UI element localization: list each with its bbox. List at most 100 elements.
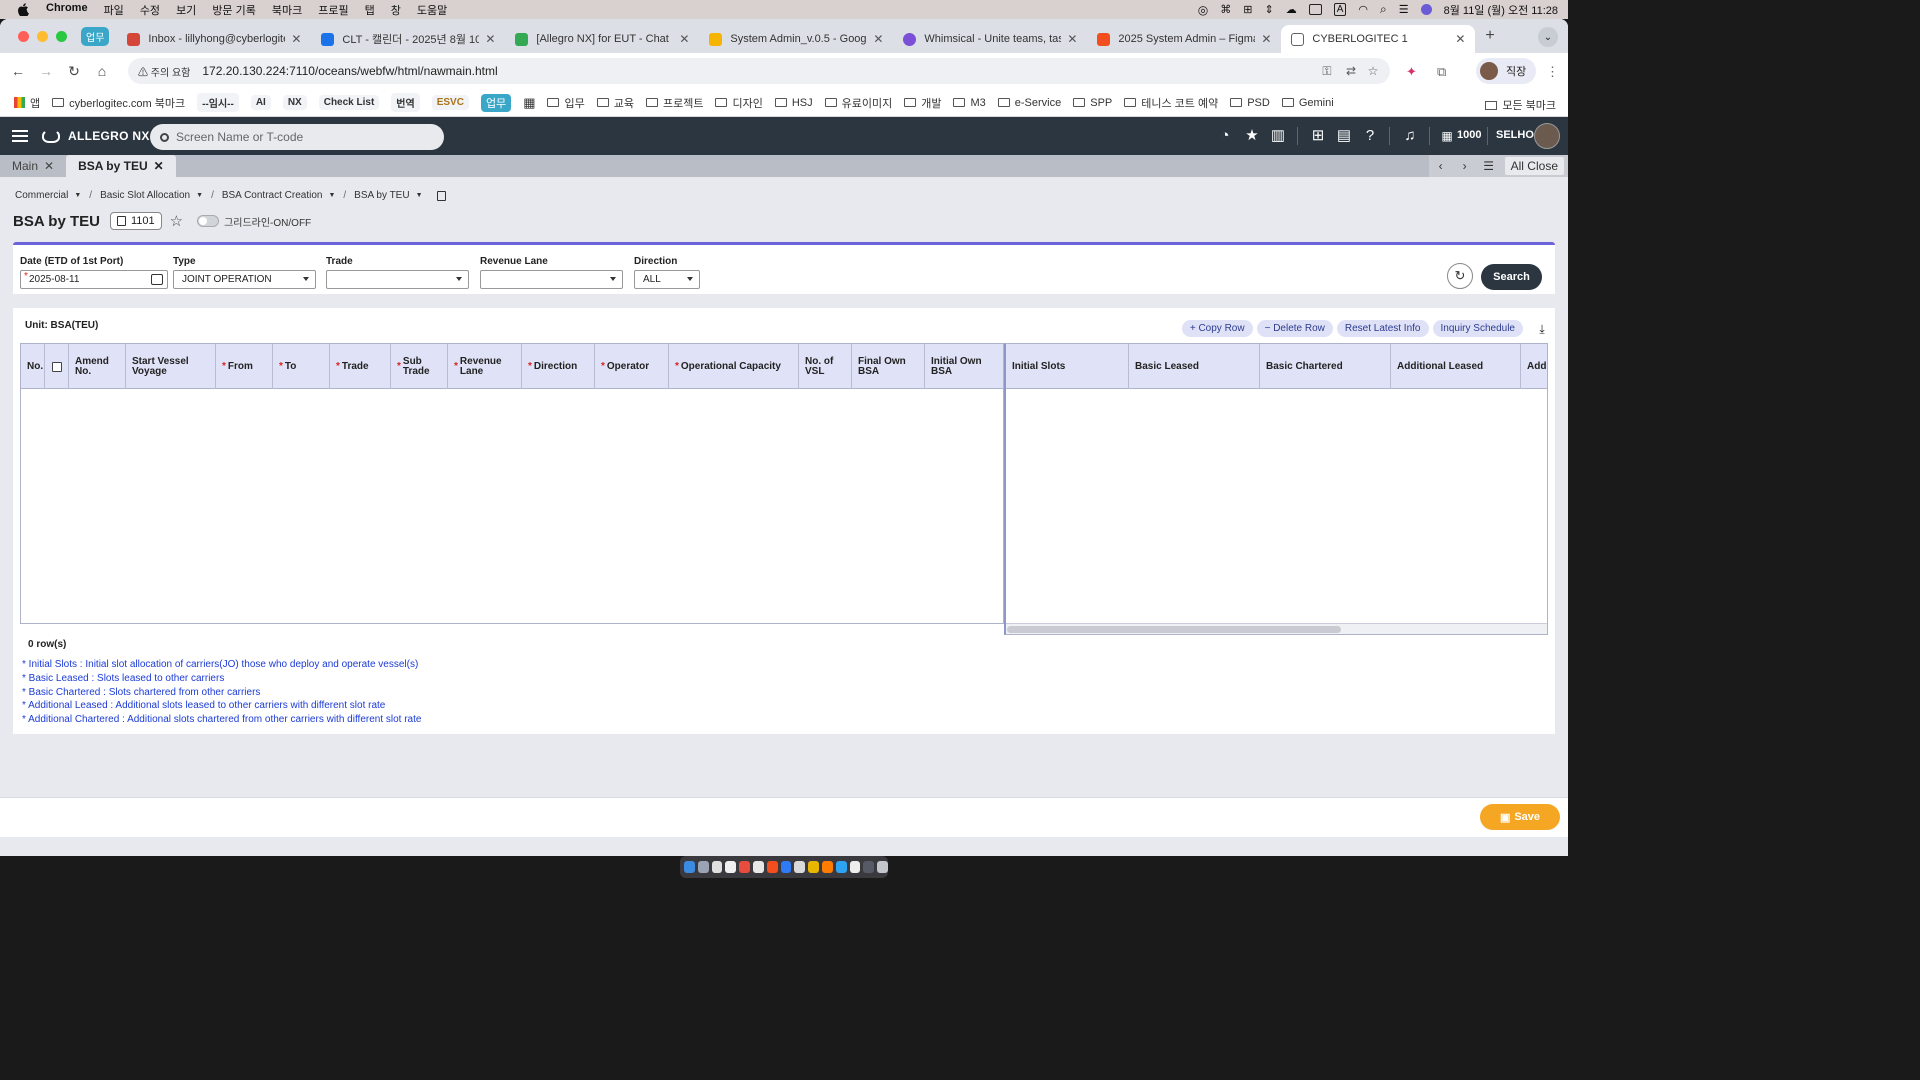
bookmark-ai[interactable]: AI [250,95,271,110]
menu-window[interactable]: 창 [383,2,409,18]
screen-tool-icon[interactable]: ⊞ [1243,3,1252,16]
kakaotalk-icon[interactable] [808,861,819,873]
control-center-icon[interactable]: ☰ [1399,3,1409,16]
user-avatar[interactable] [1534,123,1560,149]
profile-button[interactable]: 직장 [1476,58,1537,84]
creative-cloud-icon[interactable]: ◎ [1198,3,1208,17]
col-header-no[interactable]: No. [21,344,45,389]
close-tab-icon[interactable]: ✕ [1455,32,1465,46]
tab-group-label[interactable]: 업무 [81,26,110,46]
col-header-basic-leased[interactable]: Basic Leased [1129,344,1260,389]
battery-icon[interactable] [1308,4,1322,15]
col-header-initial-slots[interactable]: Initial Slots [1006,344,1129,389]
col-header-revenue-lane[interactable]: * Revenue Lane [448,344,522,389]
page-tab-bsa-by-teu[interactable]: BSA by TEU ✕ [66,155,176,177]
chrome-app-icon[interactable] [794,861,806,873]
revenue-lane-select[interactable] [480,270,623,289]
browser-tab-calendar[interactable]: CLT - 캘린더 - 2025년 8월 10일 ✕ [311,25,505,53]
close-tab-icon[interactable]: ✕ [485,32,495,46]
forward-icon[interactable]: → [32,63,60,79]
home-icon[interactable]: ⌂ [88,63,116,79]
page-tab-main[interactable]: Main ✕ [0,155,66,177]
extension-icon[interactable]: ✦ [1406,64,1417,80]
col-header-additional-chartered[interactable]: Additional Chartered [1521,344,1547,389]
reset-filter-icon[interactable]: ↻ [1447,263,1473,289]
close-tab-icon[interactable]: ✕ [44,159,54,173]
bookmark-esvc[interactable]: ESVC [431,95,469,110]
illustrator-icon[interactable] [821,861,833,873]
screen-search-input[interactable]: Screen Name or T-code [150,124,444,150]
bookmark-checklist[interactable]: Check List [318,95,380,110]
reminders-icon[interactable] [752,861,764,873]
bookmark-folder-tennis[interactable]: 테니스 코트 예약 [1124,95,1218,111]
menu-help[interactable]: 도움말 [409,2,455,18]
close-tab-icon[interactable]: ✕ [679,32,689,46]
figma-app-icon[interactable] [766,861,778,873]
menu-edit[interactable]: 수정 [132,2,168,18]
spotlight-search-icon[interactable]: ⌕ [1380,2,1387,17]
all-bookmarks[interactable]: 모든 북마크 [1485,97,1556,113]
bookmark-work[interactable]: 업무 [480,93,512,112]
safari-icon[interactable] [711,861,723,873]
new-tab-icon[interactable]: + [1485,27,1494,45]
type-select[interactable]: JOINT OPERATION [173,270,316,289]
menu-file[interactable]: 파일 [96,2,132,18]
favorites-star-icon[interactable]: ★ [1243,127,1261,145]
col-header-from[interactable]: * From [216,344,273,389]
bookmark-nx[interactable]: NX [282,95,307,110]
col-header-direction[interactable]: * Direction [522,344,595,389]
bookmark-folder-gemini[interactable]: Gemini [1281,97,1334,109]
calendar-app-icon[interactable] [739,861,750,873]
cloud-sync-icon[interactable]: ☁ [1286,3,1297,16]
breadcrumb-basic-slot-allocation[interactable]: Basic Slot Allocation ▼ [100,190,203,201]
finder-icon[interactable] [684,861,695,873]
breadcrumb-bsa-by-teu[interactable]: BSA by TEU ▼ [354,190,422,201]
menu-tab[interactable]: 탭 [357,2,383,18]
col-header-sub-trade[interactable]: * Sub Trade [391,344,448,389]
browser-tab-cyberlogitec[interactable]: CYBERLOGITEC 1 ✕ [1281,25,1476,53]
menu-history[interactable]: 방문 기록 [204,2,264,18]
date-input[interactable]: * 2025-08-11 [20,270,168,289]
bookmark-folder-work[interactable]: 입무 [547,95,585,111]
reload-icon[interactable]: ↻ [60,63,88,80]
bookmark-folder-paid-images[interactable]: 유료이미지 [824,95,892,111]
launchpad-icon[interactable] [697,861,709,873]
col-header-start-vessel-voyage[interactable]: Start Vessel Voyage [126,344,216,389]
col-header-trade[interactable]: * Trade [330,344,391,389]
col-header-amend-no[interactable]: Amend No. [69,344,126,389]
browser-tab-gmail[interactable]: Inbox - lillyhong@cyberlogitec ✕ [117,25,311,53]
bookmark-folder-education[interactable]: 교육 [596,95,634,111]
bookmark-folder-spp[interactable]: SPP [1073,97,1112,109]
hamburger-menu-icon[interactable] [12,127,28,145]
trash-icon[interactable] [877,861,888,873]
col-header-to[interactable]: * To [273,344,330,389]
close-tab-icon[interactable]: ✕ [154,159,164,173]
translate-icon[interactable]: ⇄ [1344,64,1358,78]
download-icon[interactable]: ⤓ [1535,322,1549,336]
bookmark-folder-m3[interactable]: M3 [953,97,986,109]
password-key-icon[interactable]: ⚿ [1320,64,1334,78]
tab-prev-icon[interactable]: ‹ [1429,159,1453,173]
tab-list-icon[interactable]: ☰ [1477,159,1501,173]
bookmark-grid-icon[interactable]: ▦ [523,95,535,111]
back-icon[interactable]: ← [4,63,32,79]
tab-search-icon[interactable]: ⌄ [1538,27,1558,47]
close-tab-icon[interactable]: ✕ [1261,32,1271,46]
browser-tab-whimsical[interactable]: Whimsical - Unite teams, task ✕ [893,25,1087,53]
extensions-puzzle-icon[interactable]: ⧉ [1437,64,1446,80]
search-button[interactable]: Search [1481,264,1542,290]
wifi-icon[interactable]: ◠ [1358,3,1368,16]
breadcrumb-bsa-contract-creation[interactable]: BSA Contract Creation ▼ [222,190,336,201]
bookmark-temp[interactable]: --임시-- [197,93,239,112]
scrollbar-thumb[interactable] [1007,626,1341,633]
close-window-icon[interactable] [18,30,29,42]
col-header-initial-own-bsa[interactable]: Initial Own BSA [925,344,1001,389]
bookmark-folder-eservice[interactable]: e-Service [997,97,1061,109]
slack-icon[interactable] [849,861,861,873]
input-source-icon[interactable]: A [1333,3,1347,16]
figma-tray-icon[interactable]: ⌘ [1220,3,1231,16]
calendar-icon[interactable] [151,274,163,285]
bookmark-apps[interactable]: 앱 [14,95,40,111]
tab-next-icon[interactable]: › [1453,159,1477,173]
col-header-additional-leased[interactable]: Additional Leased [1391,344,1521,389]
